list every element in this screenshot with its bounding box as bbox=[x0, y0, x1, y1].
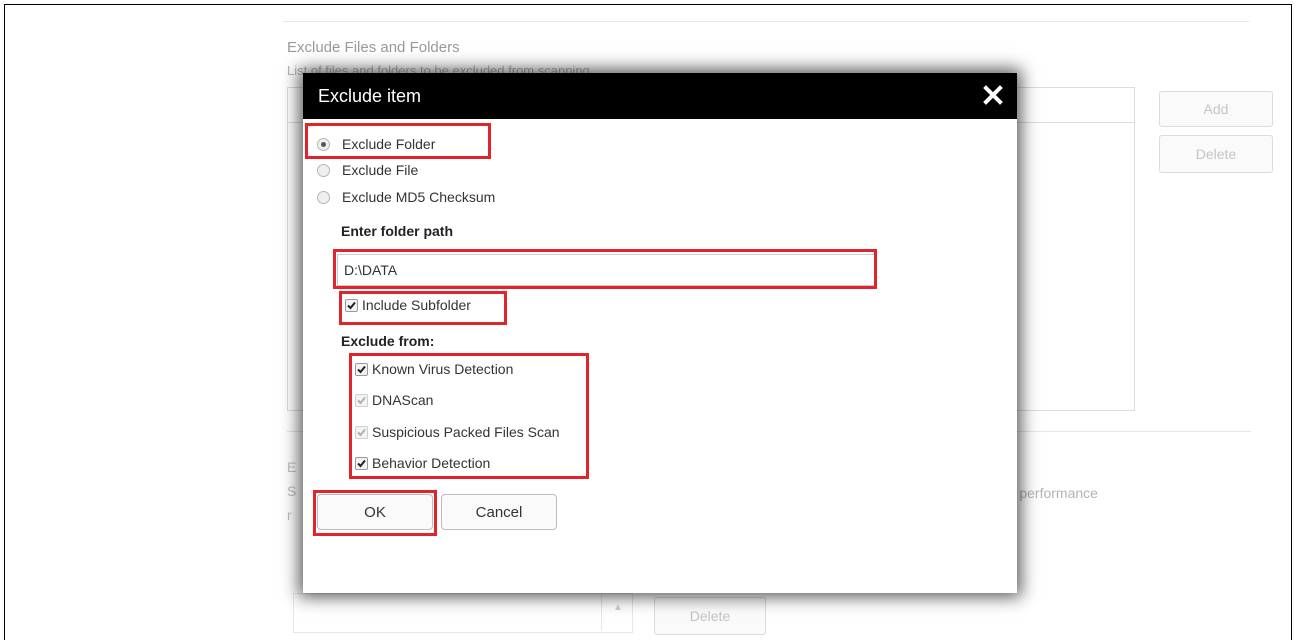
known-virus-detection-label: Known Virus Detection bbox=[372, 361, 514, 377]
radio-label: Exclude Folder bbox=[342, 136, 436, 152]
section-desc-fragment-2: r bbox=[287, 507, 292, 523]
radio-exclude-folder[interactable]: Exclude Folder bbox=[317, 133, 435, 155]
include-subfolder-checkbox[interactable]: Include Subfolder bbox=[345, 294, 471, 316]
exclude-item-dialog: Exclude item Exclude Folder Exclude File… bbox=[303, 73, 1017, 593]
dnascan-label: DNAScan bbox=[372, 392, 434, 408]
radio-button-checked[interactable] bbox=[317, 137, 330, 151]
page-frame: Exclude Files and Folders List of files … bbox=[4, 4, 1292, 640]
cancel-button[interactable]: Cancel bbox=[441, 494, 557, 530]
exclude-from-label: Exclude from: bbox=[341, 333, 435, 349]
top-divider bbox=[283, 21, 1249, 22]
radio-label: Exclude MD5 Checksum bbox=[342, 189, 496, 205]
scroll-up-icon[interactable]: ▲ bbox=[601, 595, 634, 631]
section-desc-fragment: S bbox=[287, 483, 297, 499]
checkbox-checked-icon[interactable] bbox=[345, 298, 358, 312]
radio-button[interactable] bbox=[317, 190, 330, 204]
bottom-list[interactable] bbox=[293, 593, 633, 633]
dialog-title: Exclude item bbox=[318, 86, 422, 106]
behavior-detection-label: Behavior Detection bbox=[372, 455, 491, 471]
known-virus-detection-checkbox[interactable]: Known Virus Detection bbox=[355, 358, 513, 380]
checkbox-disabled-checked-icon[interactable] bbox=[355, 393, 368, 407]
delete-button[interactable]: Delete bbox=[1159, 135, 1273, 173]
checkbox-disabled-checked-icon[interactable] bbox=[355, 425, 368, 439]
suspicious-packed-files-label: Suspicious Packed Files Scan bbox=[372, 424, 560, 440]
folder-path-input[interactable] bbox=[337, 254, 875, 286]
radio-exclude-md5[interactable]: Exclude MD5 Checksum bbox=[317, 186, 495, 208]
folder-path-label: Enter folder path bbox=[341, 223, 454, 239]
include-subfolder-label: Include Subfolder bbox=[362, 297, 471, 313]
add-button[interactable]: Add bbox=[1159, 91, 1273, 127]
dnascan-checkbox[interactable]: DNAScan bbox=[355, 389, 433, 411]
checkbox-checked-icon[interactable] bbox=[355, 362, 368, 376]
radio-label: Exclude File bbox=[342, 162, 419, 178]
radio-button[interactable] bbox=[317, 163, 330, 177]
behavior-detection-checkbox[interactable]: Behavior Detection bbox=[355, 452, 490, 474]
section-title-fragment: E bbox=[287, 459, 297, 475]
section-title: Exclude Files and Folders bbox=[287, 39, 460, 56]
ok-button[interactable]: OK bbox=[317, 494, 433, 530]
radio-exclude-file[interactable]: Exclude File bbox=[317, 159, 418, 181]
checkbox-checked-icon[interactable] bbox=[355, 456, 368, 470]
close-icon[interactable] bbox=[981, 83, 1005, 107]
bottom-delete-button[interactable]: Delete bbox=[654, 597, 766, 635]
suspicious-packed-files-checkbox[interactable]: Suspicious Packed Files Scan bbox=[355, 421, 560, 443]
dialog-title-bar: Exclude item bbox=[303, 73, 1017, 119]
